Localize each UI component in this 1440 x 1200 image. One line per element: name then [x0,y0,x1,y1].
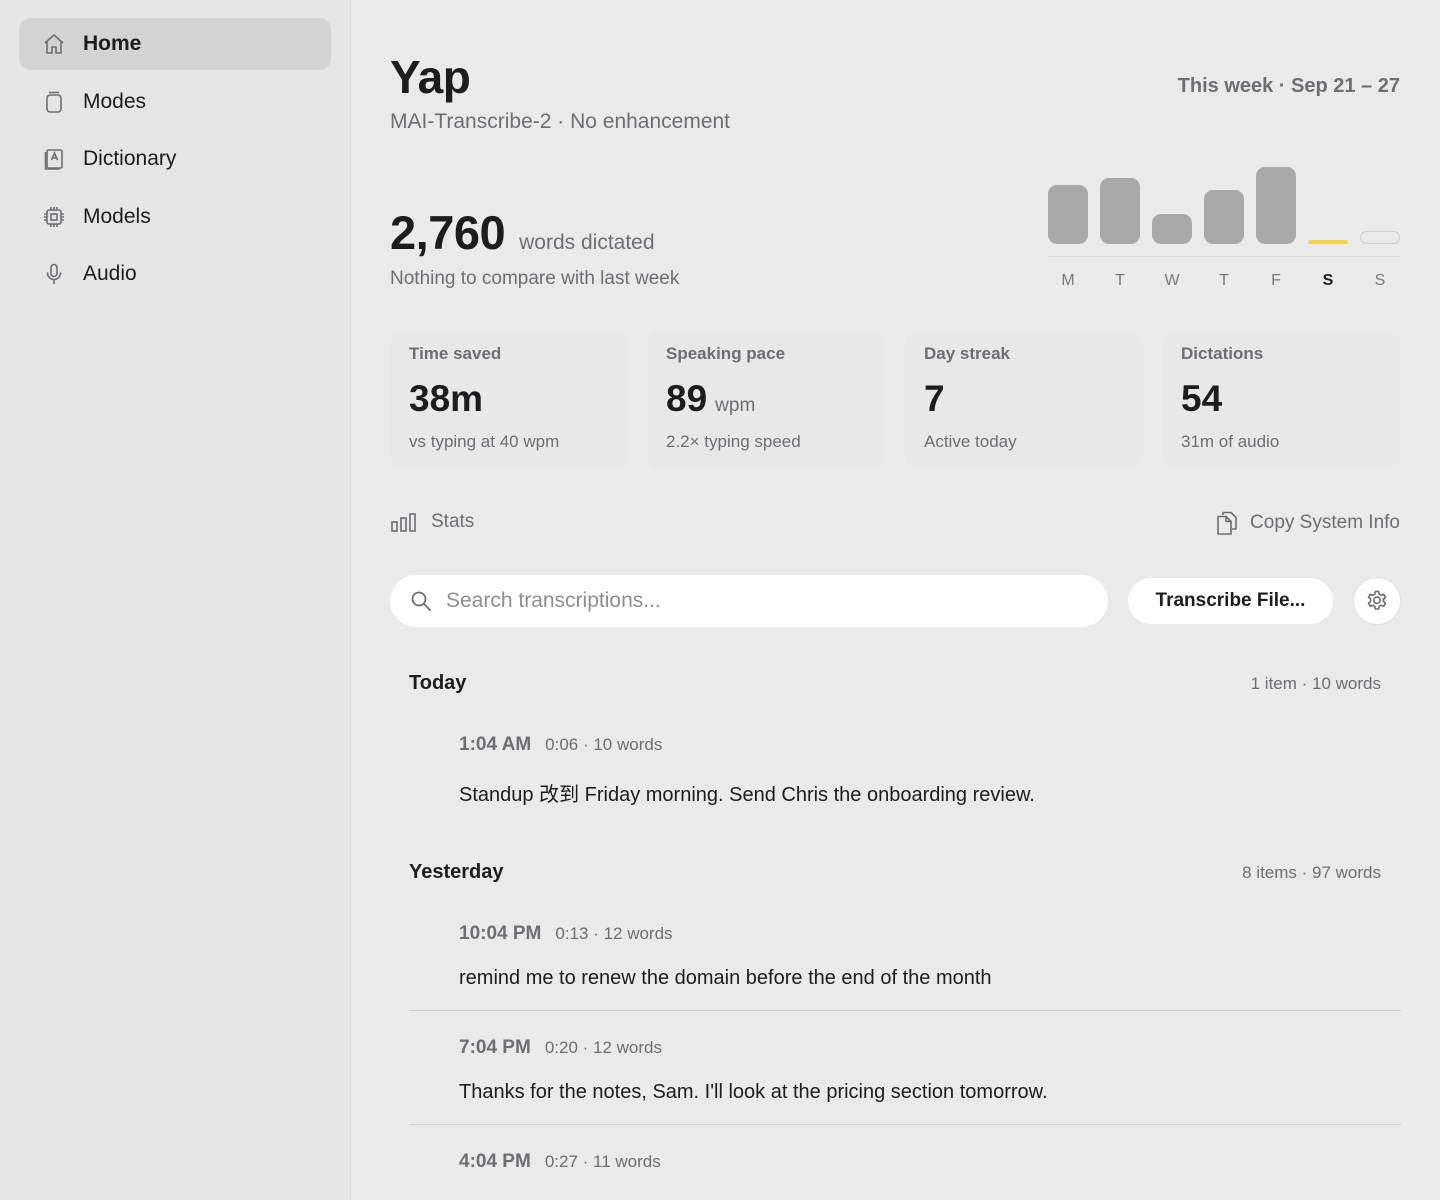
chart-bar-1 [1100,178,1140,244]
transcribe-file-button[interactable]: Transcribe File... [1128,578,1333,624]
group-meta: 1 item · 10 words [1250,674,1381,693]
modes-icon [41,89,67,115]
stat-note: vs typing at 40 wpm [409,432,560,451]
sidebar: Home Modes Dictionary Models Audio [0,0,351,1200]
stat-note: 2.2× typing speed [666,432,801,451]
entry-duration: 0:13 · 12 words [555,924,673,943]
group-title: Today [409,672,467,694]
chart-bar-0 [1048,185,1088,244]
sidebar-item-home[interactable]: Home [19,18,331,70]
chart-bar-3 [1204,190,1244,244]
stat-value: 89 [666,378,708,419]
sidebar-item-audio[interactable]: Audio [19,248,331,300]
chart-baseline [1048,256,1400,257]
chart-bar-6 [1360,231,1400,244]
sidebar-item-label: Audio [83,262,137,285]
entry-time: 4:04 PM [459,1151,531,1172]
stats-button[interactable]: Stats [390,510,474,534]
stat-card-day-streak: Day streak 7 Active today [905,330,1143,470]
page-title: Yap [390,51,471,103]
weekly-bar-chart: MTWTFSS [1048,150,1400,300]
entry-time: 7:04 PM [459,1037,531,1058]
entry-time: 10:04 PM [459,923,542,944]
transcription-item[interactable]: 10:04 PM 0:13 · 12 words remind me to re… [409,923,1401,990]
chart-bar-4 [1256,167,1296,244]
sidebar-item-modes[interactable]: Modes [19,76,331,128]
entry-text: remind me to renew the domain before the… [459,967,992,989]
list-divider [409,1010,1401,1011]
chart-day-label: S [1322,272,1334,289]
settings-button[interactable] [1353,577,1401,625]
chart-day-label: F [1271,272,1281,289]
chart-day-label: T [1219,272,1229,289]
stat-label: Speaking pace [666,344,786,363]
transcription-item[interactable]: 7:04 PM 0:20 · 12 words Thanks for the n… [409,1037,1401,1104]
words-count: 2,760 [390,206,506,259]
stat-value: 54 [1181,378,1223,419]
gear-icon [1367,590,1387,610]
stat-card-speaking-pace: Speaking pace 89 wpm 2.2× typing speed [647,330,885,470]
sidebar-item-label: Home [83,32,142,55]
search-bar [390,575,1108,627]
words-summary: 2,760 words dictated [390,205,655,260]
entry-duration: 0:06 · 10 words [545,735,663,754]
sidebar-item-label: Models [83,204,151,228]
chart-bar-2 [1152,214,1192,244]
bar-chart-icon [391,513,416,532]
app-window: Home Modes Dictionary Models Audio Yap M… [0,0,1440,1200]
stat-label: Dictations [1181,344,1264,363]
entry-text: Standup 改到 Friday morning. Send Chris th… [459,784,1035,806]
copy-document-icon [1217,511,1237,535]
chart-day-label: T [1115,272,1125,289]
copy-system-info-button[interactable]: Copy System Info [1215,510,1400,536]
chip-icon [41,204,67,230]
entry-text: Thanks for the notes, Sam. I'll look at … [459,1081,1048,1103]
chart-bar-5 [1308,240,1348,244]
dictionary-icon [41,146,67,172]
stat-note: Active today [924,432,1017,451]
words-compare-note: Nothing to compare with last week [390,268,680,289]
group-title: Yesterday [409,861,504,883]
page-subtitle: MAI-Transcribe-2 · No enhancement [390,110,731,133]
stat-card-time-saved: Time saved 38m vs typing at 40 wpm [390,330,628,470]
transcription-item[interactable]: 4:04 PM 0:27 · 11 words [409,1151,1401,1195]
stat-value: 7 [924,378,945,419]
stat-label: Day streak [924,344,1011,363]
words-label: words dictated [519,231,655,254]
chart-day-label: S [1374,272,1386,289]
transcription-item[interactable]: 1:04 AM 0:06 · 10 words Standup 改到 Frida… [409,734,1401,807]
group-meta: 8 items · 97 words [1242,863,1381,882]
microphone-icon [41,261,67,287]
group-header-today: Today 1 item · 10 words [409,672,1381,695]
group-header-yesterday: Yesterday 8 items · 97 words [409,861,1381,884]
stat-value: 38m [409,378,484,419]
home-icon [41,31,67,57]
sidebar-item-models[interactable]: Models [19,191,331,243]
entry-time: 1:04 AM [459,734,532,755]
sidebar-item-label: Dictionary [83,147,177,170]
stat-note: 31m of audio [1181,432,1280,451]
search-input[interactable] [446,589,1066,613]
entry-duration: 0:20 · 12 words [544,1038,662,1057]
entry-duration: 0:27 · 11 words [544,1152,661,1171]
search-icon [411,591,431,611]
chart-day-label: W [1164,272,1180,289]
stat-label: Time saved [409,344,502,363]
sidebar-item-label: Modes [83,89,147,113]
main-content: Yap MAI-Transcribe-2 · No enhancement Th… [351,0,1440,1200]
list-divider [409,1124,1401,1125]
week-range: This week · Sep 21 – 27 [1177,75,1400,97]
copy-system-info-label: Copy System Info [1250,512,1400,533]
stats-label: Stats [431,511,475,532]
sidebar-item-dictionary[interactable]: Dictionary [19,133,331,185]
stat-card-dictations: Dictations 54 31m of audio [1162,330,1400,470]
stat-unit: wpm [715,395,756,416]
chart-day-label: M [1061,272,1075,289]
